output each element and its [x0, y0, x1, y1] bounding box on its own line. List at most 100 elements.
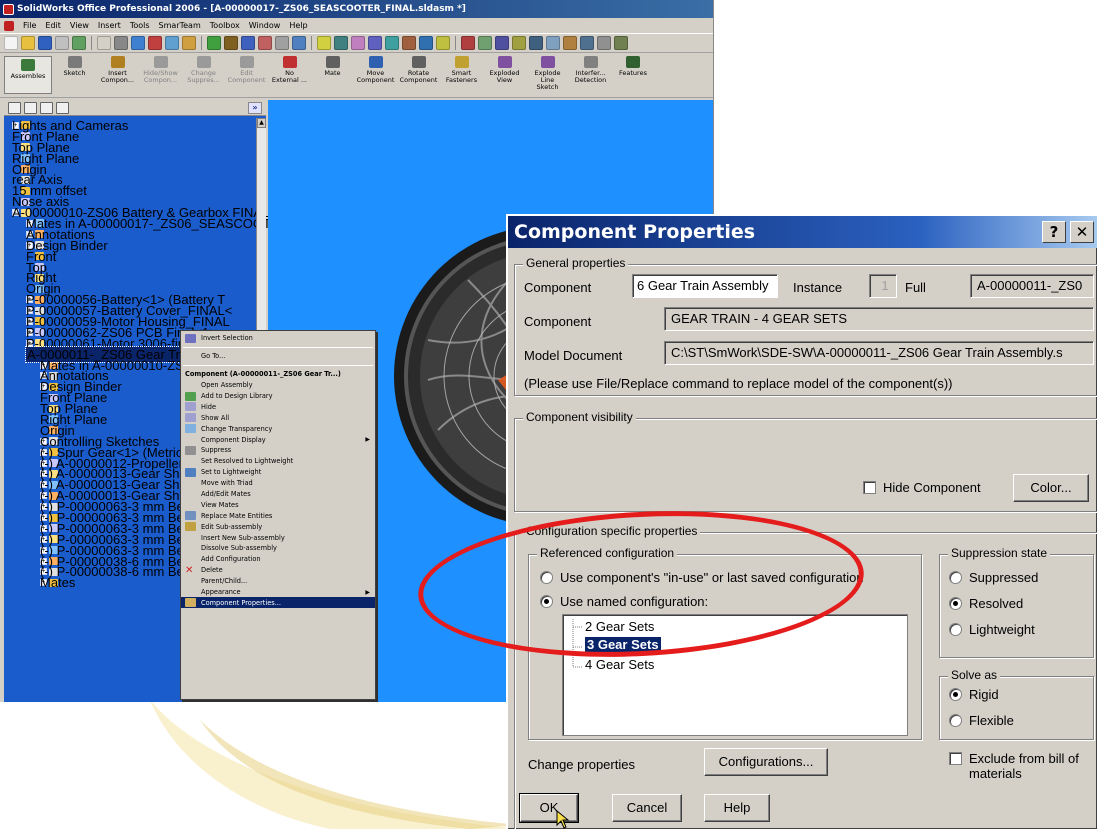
- display-mode-icon[interactable]: [368, 36, 382, 50]
- context-menu-item-add-edit-mates[interactable]: Add/Edit Mates: [181, 489, 375, 500]
- help-question-icon[interactable]: ?: [1042, 221, 1066, 243]
- zoom-area-icon[interactable]: [275, 36, 289, 50]
- use-named-config-radio[interactable]: [540, 595, 553, 608]
- toolbox-tab-icon[interactable]: [56, 101, 69, 114]
- context-menu-item-show-all[interactable]: Show All: [181, 412, 375, 423]
- configurations-button[interactable]: Configurations...: [704, 748, 828, 776]
- sketch-icon[interactable]: [580, 36, 594, 50]
- menu-help[interactable]: Help: [289, 21, 307, 30]
- context-menu-item-change-transparency[interactable]: Change Transparency: [181, 423, 375, 434]
- component-name-field[interactable]: 6 Gear Train Assembly: [632, 274, 778, 298]
- cut-icon[interactable]: [97, 36, 111, 50]
- config-item-2-gear-sets[interactable]: 2 Gear Sets: [585, 619, 654, 634]
- feature-tree-tab-icon[interactable]: [8, 101, 21, 114]
- context-menu-item-replace-mate-entities[interactable]: Replace Mate Entities: [181, 510, 375, 521]
- help-button[interactable]: Help: [704, 794, 770, 822]
- context-menu-item-view-mates[interactable]: View Mates: [181, 499, 375, 510]
- save-icon[interactable]: [38, 36, 52, 50]
- move-component-command[interactable]: Move Component: [355, 56, 396, 94]
- context-menu-item-move-with-triad[interactable]: Move with Triad: [181, 478, 375, 489]
- close-icon[interactable]: ✕: [1070, 221, 1094, 243]
- context-menu-item-component-properties[interactable]: Component Properties...: [181, 597, 375, 609]
- edit-component-command[interactable]: Edit Component: [226, 56, 267, 94]
- context-menu-item-add-to-design-library[interactable]: Add to Design Library: [181, 391, 375, 402]
- use-inuse-config-radio[interactable]: [540, 571, 553, 584]
- zoom-in-icon[interactable]: [292, 36, 306, 50]
- context-menu-item-open-assembly[interactable]: Open Assembly: [181, 380, 375, 391]
- resolved-radio[interactable]: [949, 597, 962, 610]
- config-item-3-gear-sets[interactable]: 3 Gear Sets: [585, 637, 661, 652]
- context-menu-item-hide[interactable]: Hide: [181, 401, 375, 412]
- interfer-detection-command[interactable]: Interfer... Detection: [570, 56, 611, 94]
- rebuild-icon[interactable]: [207, 36, 221, 50]
- context-menu-item-invert-selection[interactable]: Invert Selection: [181, 333, 375, 344]
- cancel-button[interactable]: Cancel: [612, 794, 682, 822]
- context-menu-item-component-display[interactable]: Component Display ▶: [181, 434, 375, 445]
- menu-insert[interactable]: Insert: [98, 21, 121, 30]
- open-icon[interactable]: [21, 36, 35, 50]
- menu-smarteam[interactable]: SmarTeam: [159, 21, 201, 30]
- select-icon[interactable]: [182, 36, 196, 50]
- menu-toolbox[interactable]: Toolbox: [210, 21, 240, 30]
- check-icon[interactable]: [546, 36, 560, 50]
- suppressed-radio[interactable]: [949, 571, 962, 584]
- rotate-icon[interactable]: [317, 36, 331, 50]
- context-menu-item-edit-sub-assembly[interactable]: Edit Sub-assembly: [181, 521, 375, 532]
- shaded-icon[interactable]: [385, 36, 399, 50]
- context-menu-item-delete[interactable]: ✕ Delete: [181, 565, 375, 576]
- scroll-up-arrow-icon[interactable]: ▲: [257, 118, 266, 128]
- zoom-fit-icon[interactable]: [258, 36, 272, 50]
- new-icon[interactable]: [4, 36, 18, 50]
- redo-icon[interactable]: [165, 36, 179, 50]
- mass-props-icon[interactable]: [529, 36, 543, 50]
- configuration-listbox[interactable]: 2 Gear Sets 3 Gear Sets 4 Gear Sets: [562, 614, 908, 736]
- section-icon[interactable]: [351, 36, 365, 50]
- lights-icon[interactable]: [461, 36, 475, 50]
- wireframe-icon[interactable]: [402, 36, 416, 50]
- print-preview-icon[interactable]: [72, 36, 86, 50]
- hide-show-compon-command[interactable]: Hide/Show Compon...: [140, 56, 181, 94]
- context-menu-item-parent-child[interactable]: Parent/Child...: [181, 576, 375, 587]
- rotate-component-command[interactable]: Rotate Component: [398, 56, 439, 94]
- context-menu-item-go-to[interactable]: Go To...: [181, 351, 375, 362]
- menu-file[interactable]: File: [23, 21, 36, 30]
- snap-icon[interactable]: [495, 36, 509, 50]
- context-menu-item-suppress[interactable]: Suppress: [181, 445, 375, 456]
- hide-component-checkbox[interactable]: [863, 481, 876, 494]
- menu-tools[interactable]: Tools: [130, 21, 150, 30]
- revolve-icon[interactable]: [614, 36, 628, 50]
- grid-icon[interactable]: [478, 36, 492, 50]
- no-external-command[interactable]: No External ...: [269, 56, 310, 94]
- change-suppres-command[interactable]: Change Suppres...: [183, 56, 224, 94]
- perspective-icon[interactable]: [436, 36, 450, 50]
- exploded-view-command[interactable]: Exploded View: [484, 56, 525, 94]
- explode-line-sketch-command[interactable]: Explode Line Sketch: [527, 56, 568, 94]
- assembles-command[interactable]: Assembles: [4, 56, 52, 94]
- menu-view[interactable]: View: [70, 21, 89, 30]
- insert-compon-command[interactable]: Insert Compon...: [97, 56, 138, 94]
- configuration-manager-tab-icon[interactable]: [40, 101, 53, 114]
- options-icon[interactable]: [224, 36, 238, 50]
- flexible-radio[interactable]: [949, 714, 962, 727]
- sketch-command[interactable]: Sketch: [54, 56, 95, 94]
- context-menu-item-set-to-lightweight[interactable]: Set to Lightweight: [181, 467, 375, 478]
- paste-icon[interactable]: [131, 36, 145, 50]
- extrude-icon[interactable]: [597, 36, 611, 50]
- lightweight-radio[interactable]: [949, 623, 962, 636]
- menu-edit[interactable]: Edit: [45, 21, 61, 30]
- undo-icon[interactable]: [148, 36, 162, 50]
- context-menu-item-set-resolved-to-lightweight[interactable]: Set Resolved to Lightweight: [181, 456, 375, 467]
- config-item-4-gear-sets[interactable]: 4 Gear Sets: [585, 657, 654, 672]
- context-menu-item-appearance[interactable]: Appearance ▶: [181, 587, 375, 598]
- exclude-bom-checkbox[interactable]: [949, 752, 962, 765]
- color-button[interactable]: Color...: [1013, 474, 1089, 502]
- smart-fasteners-command[interactable]: Smart Fasteners: [441, 56, 482, 94]
- print-icon[interactable]: [55, 36, 69, 50]
- property-manager-tab-icon[interactable]: [24, 101, 37, 114]
- context-menu-item-add-configuration[interactable]: Add Configuration: [181, 554, 375, 565]
- features-command[interactable]: Features: [613, 56, 653, 94]
- context-menu-item-dissolve-sub-assembly[interactable]: Dissolve Sub-assembly: [181, 543, 375, 554]
- menu-window[interactable]: Window: [249, 21, 281, 30]
- expand-panel-chevron-icon[interactable]: »: [248, 102, 262, 114]
- copy-icon[interactable]: [114, 36, 128, 50]
